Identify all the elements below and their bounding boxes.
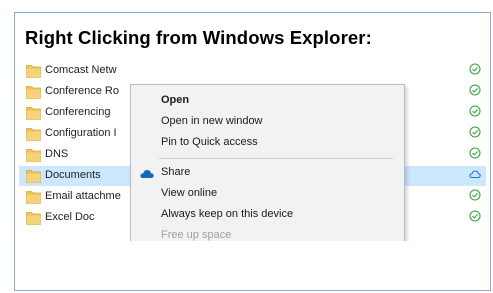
file-name: Conferencing: [45, 106, 111, 118]
explorer-screenshot: Comcast Netw Conference Ro Conferencing Con…: [19, 61, 486, 241]
file-name: Conference Ro: [45, 85, 119, 97]
menu-item-open-in-new-window[interactable]: Open in new window: [131, 112, 404, 132]
figure-heading: Right Clicking from Windows Explorer:: [25, 27, 372, 48]
cloud-icon: [469, 170, 481, 178]
folder-icon: [26, 86, 41, 99]
context-menu: Open Open in new window Pin to Quick acc…: [130, 84, 405, 241]
folder-icon: [26, 65, 41, 78]
folder-icon: [26, 170, 41, 183]
folder-icon: [26, 107, 41, 120]
menu-item-label: Pin to Quick access: [161, 136, 258, 148]
synced-check-icon: [469, 210, 481, 222]
menu-item-free-up-space: Free up space: [131, 226, 404, 241]
file-name: Excel Doc: [45, 211, 95, 223]
file-row[interactable]: Comcast Netw: [19, 61, 486, 81]
file-name: Configuration I: [45, 127, 117, 139]
menu-item-label: Open in new window: [161, 115, 263, 127]
onedrive-cloud-icon: [140, 170, 154, 178]
file-name: Documents: [45, 169, 101, 181]
synced-check-icon: [469, 147, 481, 159]
synced-check-icon: [469, 84, 481, 96]
menu-item-pin-to-quick-access[interactable]: Pin to Quick access: [131, 133, 404, 153]
file-name: DNS: [45, 148, 69, 160]
folder-icon: [26, 191, 41, 204]
folder-icon: [26, 128, 41, 141]
menu-separator: [159, 158, 393, 159]
synced-check-icon: [469, 63, 481, 75]
synced-check-icon: [469, 126, 481, 138]
folder-icon: [26, 212, 41, 225]
menu-item-view-online[interactable]: View online: [131, 184, 404, 204]
menu-item-label: Share: [161, 166, 191, 178]
folder-icon: [26, 149, 41, 162]
menu-item-label: Always keep on this device: [161, 208, 294, 220]
menu-item-always-keep-on-device[interactable]: Always keep on this device: [131, 205, 404, 225]
menu-item-label: Free up space: [161, 229, 232, 241]
synced-check-icon: [469, 189, 481, 201]
file-name: Comcast Netw: [45, 64, 117, 76]
menu-item-open[interactable]: Open: [131, 91, 404, 111]
menu-item-share[interactable]: Share: [131, 163, 404, 183]
synced-check-icon: [469, 105, 481, 117]
file-name: Email attachme: [45, 190, 121, 202]
menu-item-label: View online: [161, 187, 218, 199]
menu-item-label: Open: [161, 94, 190, 106]
